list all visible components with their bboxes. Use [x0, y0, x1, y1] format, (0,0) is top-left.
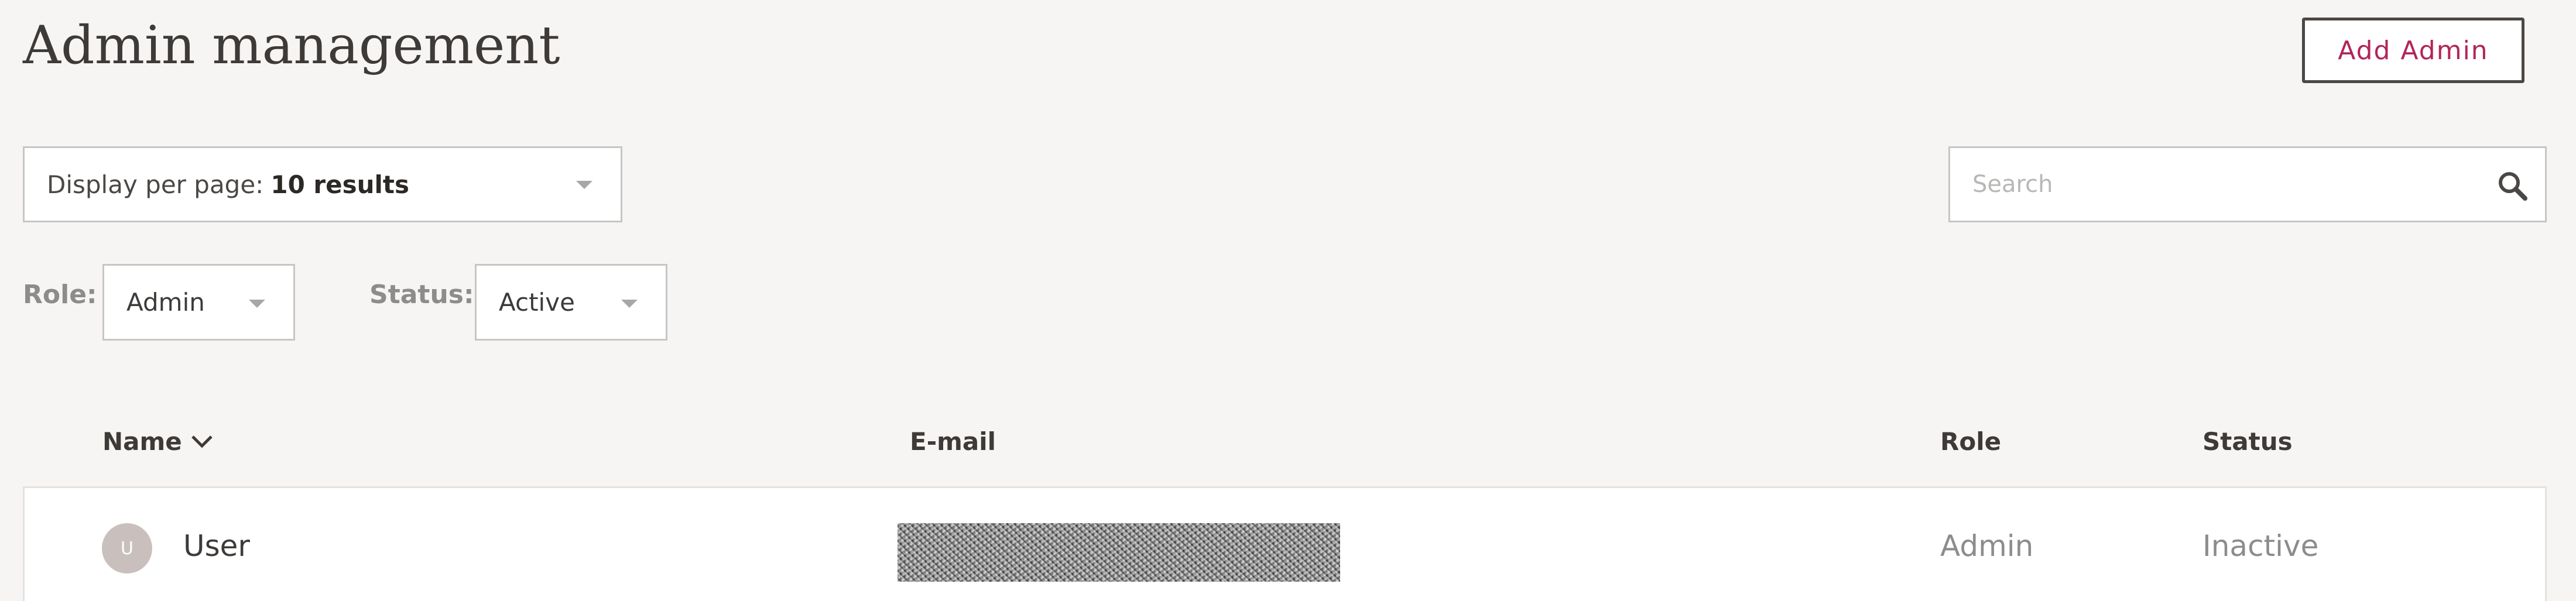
column-header-email: E-mail [910, 427, 996, 456]
row-role: Admin [1940, 529, 2034, 563]
table-row[interactable]: U User Admin Inactive [25, 488, 2545, 601]
caret-down-icon [621, 300, 638, 308]
role-filter-label: Role: [23, 280, 97, 310]
row-status: Inactive [2202, 529, 2319, 563]
status-filter-label: Status: [369, 280, 474, 310]
column-header-name[interactable]: Name [102, 427, 214, 456]
page-title: Admin management [23, 15, 560, 76]
per-page-value: 10 results [270, 170, 409, 199]
role-filter-select[interactable]: Admin [102, 264, 295, 341]
caret-down-icon [249, 300, 265, 308]
status-filter-value: Active [499, 288, 575, 317]
email-redacted-image [898, 523, 1340, 582]
row-name: User [183, 529, 250, 563]
admin-management-page: Admin management Add Admin Display per p… [0, 0, 2576, 601]
search-icon[interactable] [2496, 169, 2529, 202]
column-header-name-label: Name [102, 427, 182, 456]
per-page-label: Display per page: [47, 170, 264, 199]
search-field[interactable] [1948, 146, 2547, 222]
column-header-status: Status [2202, 427, 2293, 456]
role-filter-value: Admin [126, 288, 205, 317]
add-admin-button[interactable]: Add Admin [2302, 18, 2524, 83]
avatar: U [102, 523, 152, 573]
admin-table: U User Admin Inactive [23, 486, 2547, 601]
status-filter-select[interactable]: Active [475, 264, 667, 341]
column-header-role: Role [1940, 427, 2002, 456]
search-input[interactable] [1950, 148, 2465, 221]
chevron-down-icon[interactable] [190, 433, 214, 451]
caret-down-icon [576, 181, 592, 189]
per-page-select[interactable]: Display per page: 10 results [23, 146, 622, 222]
table-header: Name E-mail Role Status [0, 421, 2576, 468]
